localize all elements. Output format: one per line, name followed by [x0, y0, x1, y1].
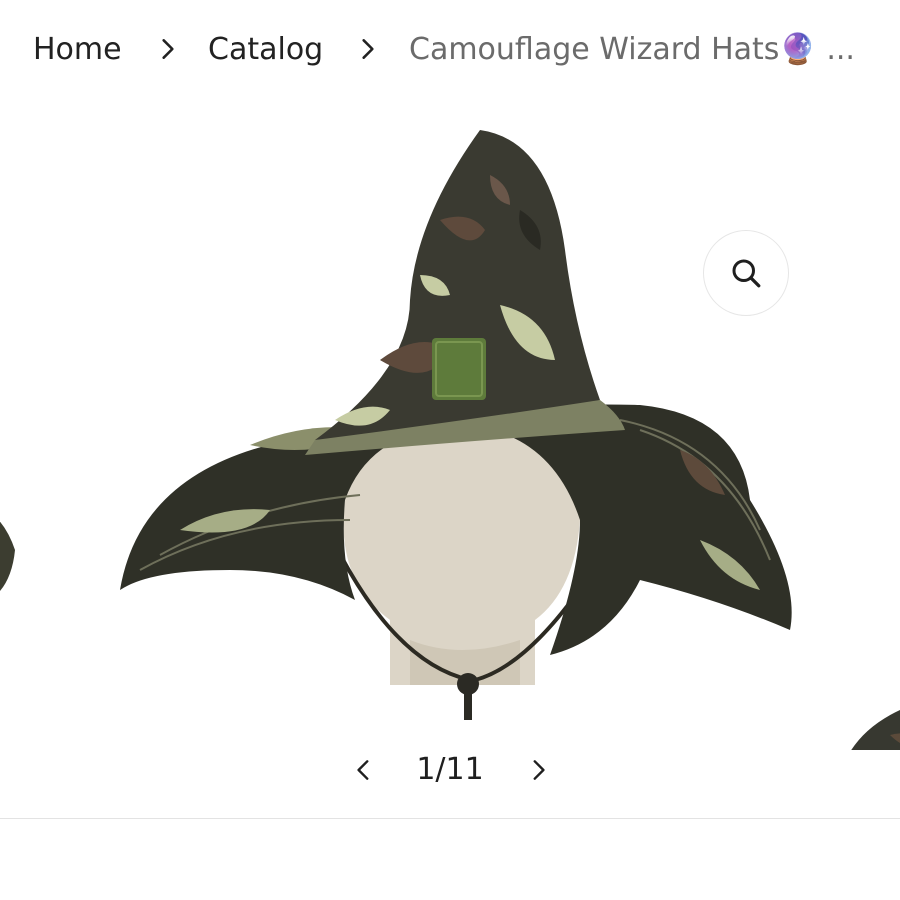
previous-image-button[interactable] — [346, 752, 382, 788]
chevron-right-icon — [162, 39, 174, 59]
chevron-right-icon — [533, 760, 545, 780]
zoom-button[interactable] — [703, 230, 789, 316]
breadcrumb-home-link[interactable]: Home — [33, 28, 122, 72]
breadcrumb-catalog-link[interactable]: Catalog — [208, 28, 323, 72]
breadcrumb: Home Catalog Camouflage Wizard Hats🔮 ... — [0, 0, 900, 100]
breadcrumb-current-page: Camouflage Wizard Hats🔮 ... — [409, 32, 855, 67]
chevron-left-icon — [357, 760, 369, 780]
previous-slide-preview[interactable] — [0, 490, 20, 610]
product-image[interactable] — [80, 100, 820, 720]
image-pagination: 1/11 — [0, 740, 900, 800]
search-icon — [732, 259, 761, 288]
section-divider — [0, 818, 900, 819]
image-counter: 1/11 — [416, 752, 484, 787]
product-image-gallery[interactable] — [0, 100, 900, 750]
next-image-button[interactable] — [520, 752, 556, 788]
chevron-right-icon — [362, 39, 374, 59]
